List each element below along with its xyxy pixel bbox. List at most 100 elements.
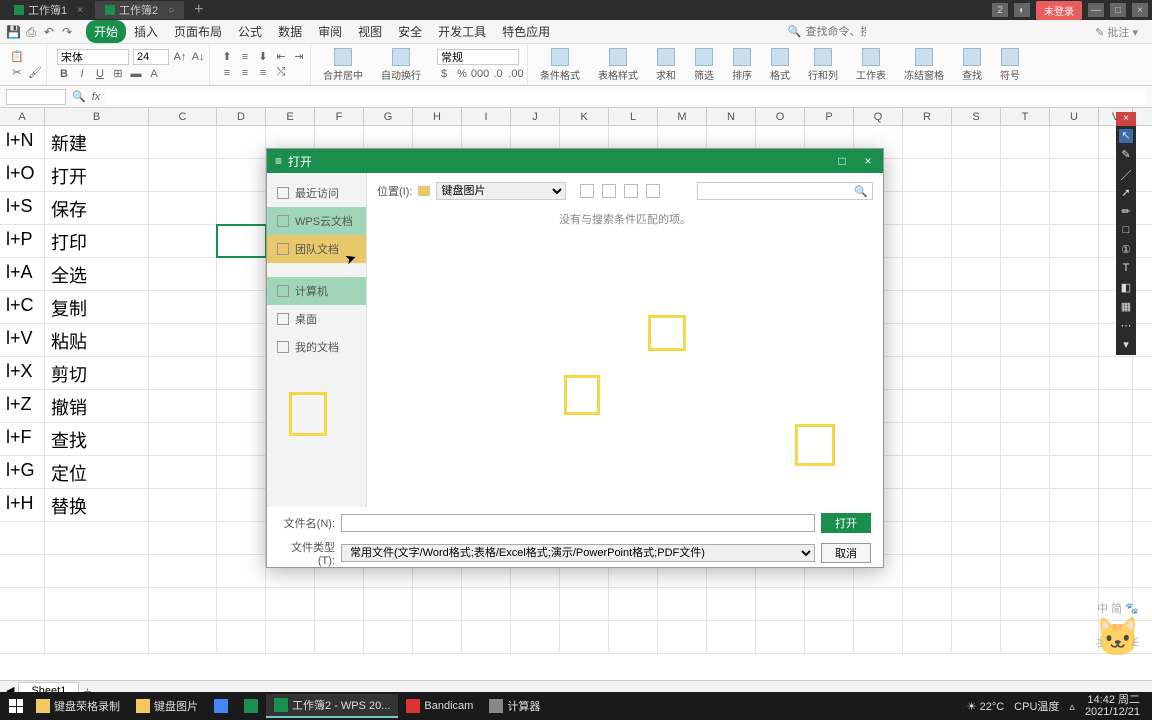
cell[interactable]	[952, 423, 1001, 455]
cell[interactable]	[149, 192, 217, 224]
cell[interactable]	[903, 291, 952, 323]
cell[interactable]	[217, 555, 266, 587]
cell[interactable]	[217, 159, 266, 191]
cell[interactable]	[266, 588, 315, 620]
cell[interactable]	[217, 324, 266, 356]
clock[interactable]: 14:42 周二 2021/12/21	[1085, 694, 1140, 718]
cell[interactable]	[903, 390, 952, 422]
cell[interactable]	[658, 588, 707, 620]
cell[interactable]	[1050, 324, 1099, 356]
cell[interactable]: 打印	[45, 225, 149, 257]
dialog-close-icon[interactable]: ×	[861, 154, 875, 168]
cell[interactable]	[952, 489, 1001, 521]
col-header[interactable]: Q	[854, 108, 903, 125]
window-min-icon[interactable]: —	[1088, 3, 1104, 17]
col-header[interactable]: T	[1001, 108, 1050, 125]
cell[interactable]	[217, 456, 266, 488]
bold-button[interactable]: B	[57, 67, 71, 81]
cell[interactable]	[149, 159, 217, 191]
cell[interactable]	[903, 522, 952, 554]
cell[interactable]	[903, 324, 952, 356]
cell[interactable]	[364, 588, 413, 620]
cell[interactable]	[805, 588, 854, 620]
cell[interactable]	[217, 390, 266, 422]
cell[interactable]	[609, 621, 658, 653]
cell[interactable]	[952, 555, 1001, 587]
col-header[interactable]: J	[511, 108, 560, 125]
col-header[interactable]: H	[413, 108, 462, 125]
cpu-temp[interactable]: CPU温度	[1014, 698, 1059, 714]
cell[interactable]	[413, 588, 462, 620]
col-header[interactable]: I	[462, 108, 511, 125]
cell[interactable]	[217, 126, 266, 158]
cell[interactable]	[149, 324, 217, 356]
cell[interactable]	[903, 357, 952, 389]
cell[interactable]	[413, 621, 462, 653]
cell[interactable]	[560, 621, 609, 653]
taskbar-item[interactable]: 键盘荣格录制	[28, 694, 128, 718]
start-button[interactable]	[4, 696, 28, 716]
fill-button[interactable]: ▬	[129, 67, 143, 81]
cell[interactable]	[952, 225, 1001, 257]
cell[interactable]	[217, 225, 266, 257]
find-button[interactable]: 查找	[956, 46, 988, 84]
cell[interactable]: l+Z	[0, 390, 45, 422]
menu-安全[interactable]: 安全	[390, 20, 430, 43]
cell[interactable]	[149, 423, 217, 455]
menu-数据[interactable]: 数据	[270, 20, 310, 43]
cell[interactable]	[1050, 225, 1099, 257]
search-input[interactable]	[806, 25, 866, 38]
font-dec-icon[interactable]: A↓	[191, 50, 205, 64]
window-close-icon[interactable]: ×	[1132, 3, 1148, 17]
brush-icon[interactable]: 🖌	[28, 66, 42, 80]
cell[interactable]	[0, 621, 45, 653]
cell[interactable]: 新建	[45, 126, 149, 158]
cell[interactable]: l+X	[0, 357, 45, 389]
menu-公式[interactable]: 公式	[230, 20, 270, 43]
rowcol-button[interactable]: 行和列	[802, 46, 844, 84]
cell[interactable]	[756, 588, 805, 620]
cell[interactable]	[952, 357, 1001, 389]
cell[interactable]	[1001, 291, 1050, 323]
number-format[interactable]	[437, 49, 519, 65]
cell[interactable]	[903, 621, 952, 653]
number-tool[interactable]: ①	[1119, 243, 1133, 257]
font-color-button[interactable]: A	[147, 67, 161, 81]
cell[interactable]	[511, 588, 560, 620]
cell[interactable]	[266, 621, 315, 653]
cell[interactable]	[1001, 258, 1050, 290]
cell[interactable]	[952, 621, 1001, 653]
col-header[interactable]: R	[903, 108, 952, 125]
cell[interactable]	[903, 258, 952, 290]
cancel-button[interactable]: 取消	[821, 543, 871, 563]
cell[interactable]	[952, 324, 1001, 356]
merge-button[interactable]: 合并居中	[317, 46, 369, 84]
line-tool[interactable]: ／	[1119, 167, 1133, 181]
cell[interactable]	[1050, 126, 1099, 158]
up-icon[interactable]	[602, 184, 616, 198]
col-header[interactable]: K	[560, 108, 609, 125]
cell[interactable]	[1050, 390, 1099, 422]
annotate-button[interactable]: ✎ 批注 ▾	[1095, 24, 1146, 40]
close-icon[interactable]: ○	[168, 5, 174, 16]
cell[interactable]	[707, 588, 756, 620]
undo-icon[interactable]: ↶	[42, 25, 56, 39]
cell[interactable]	[1050, 291, 1099, 323]
cell[interactable]	[1099, 456, 1133, 488]
menu-视图[interactable]: 视图	[350, 20, 390, 43]
window-max-icon[interactable]: □	[1110, 3, 1126, 17]
more-tool[interactable]: ⋯	[1119, 319, 1133, 333]
cell[interactable]	[1001, 126, 1050, 158]
menu-页面布局[interactable]: 页面布局	[166, 20, 230, 43]
cell[interactable]: l+F	[0, 423, 45, 455]
formula-input[interactable]	[106, 89, 1146, 105]
align-top[interactable]: ⬆	[220, 50, 234, 64]
cell[interactable]	[952, 390, 1001, 422]
cell[interactable]	[854, 621, 903, 653]
cell[interactable]	[952, 522, 1001, 554]
filetype-select[interactable]: 常用文件(文字/Word格式;表格/Excel格式;演示/PowerPoint格…	[341, 544, 815, 562]
cell[interactable]: l+V	[0, 324, 45, 356]
cell[interactable]	[1001, 522, 1050, 554]
close-icon[interactable]: ×	[77, 5, 83, 16]
cell[interactable]	[1050, 522, 1099, 554]
